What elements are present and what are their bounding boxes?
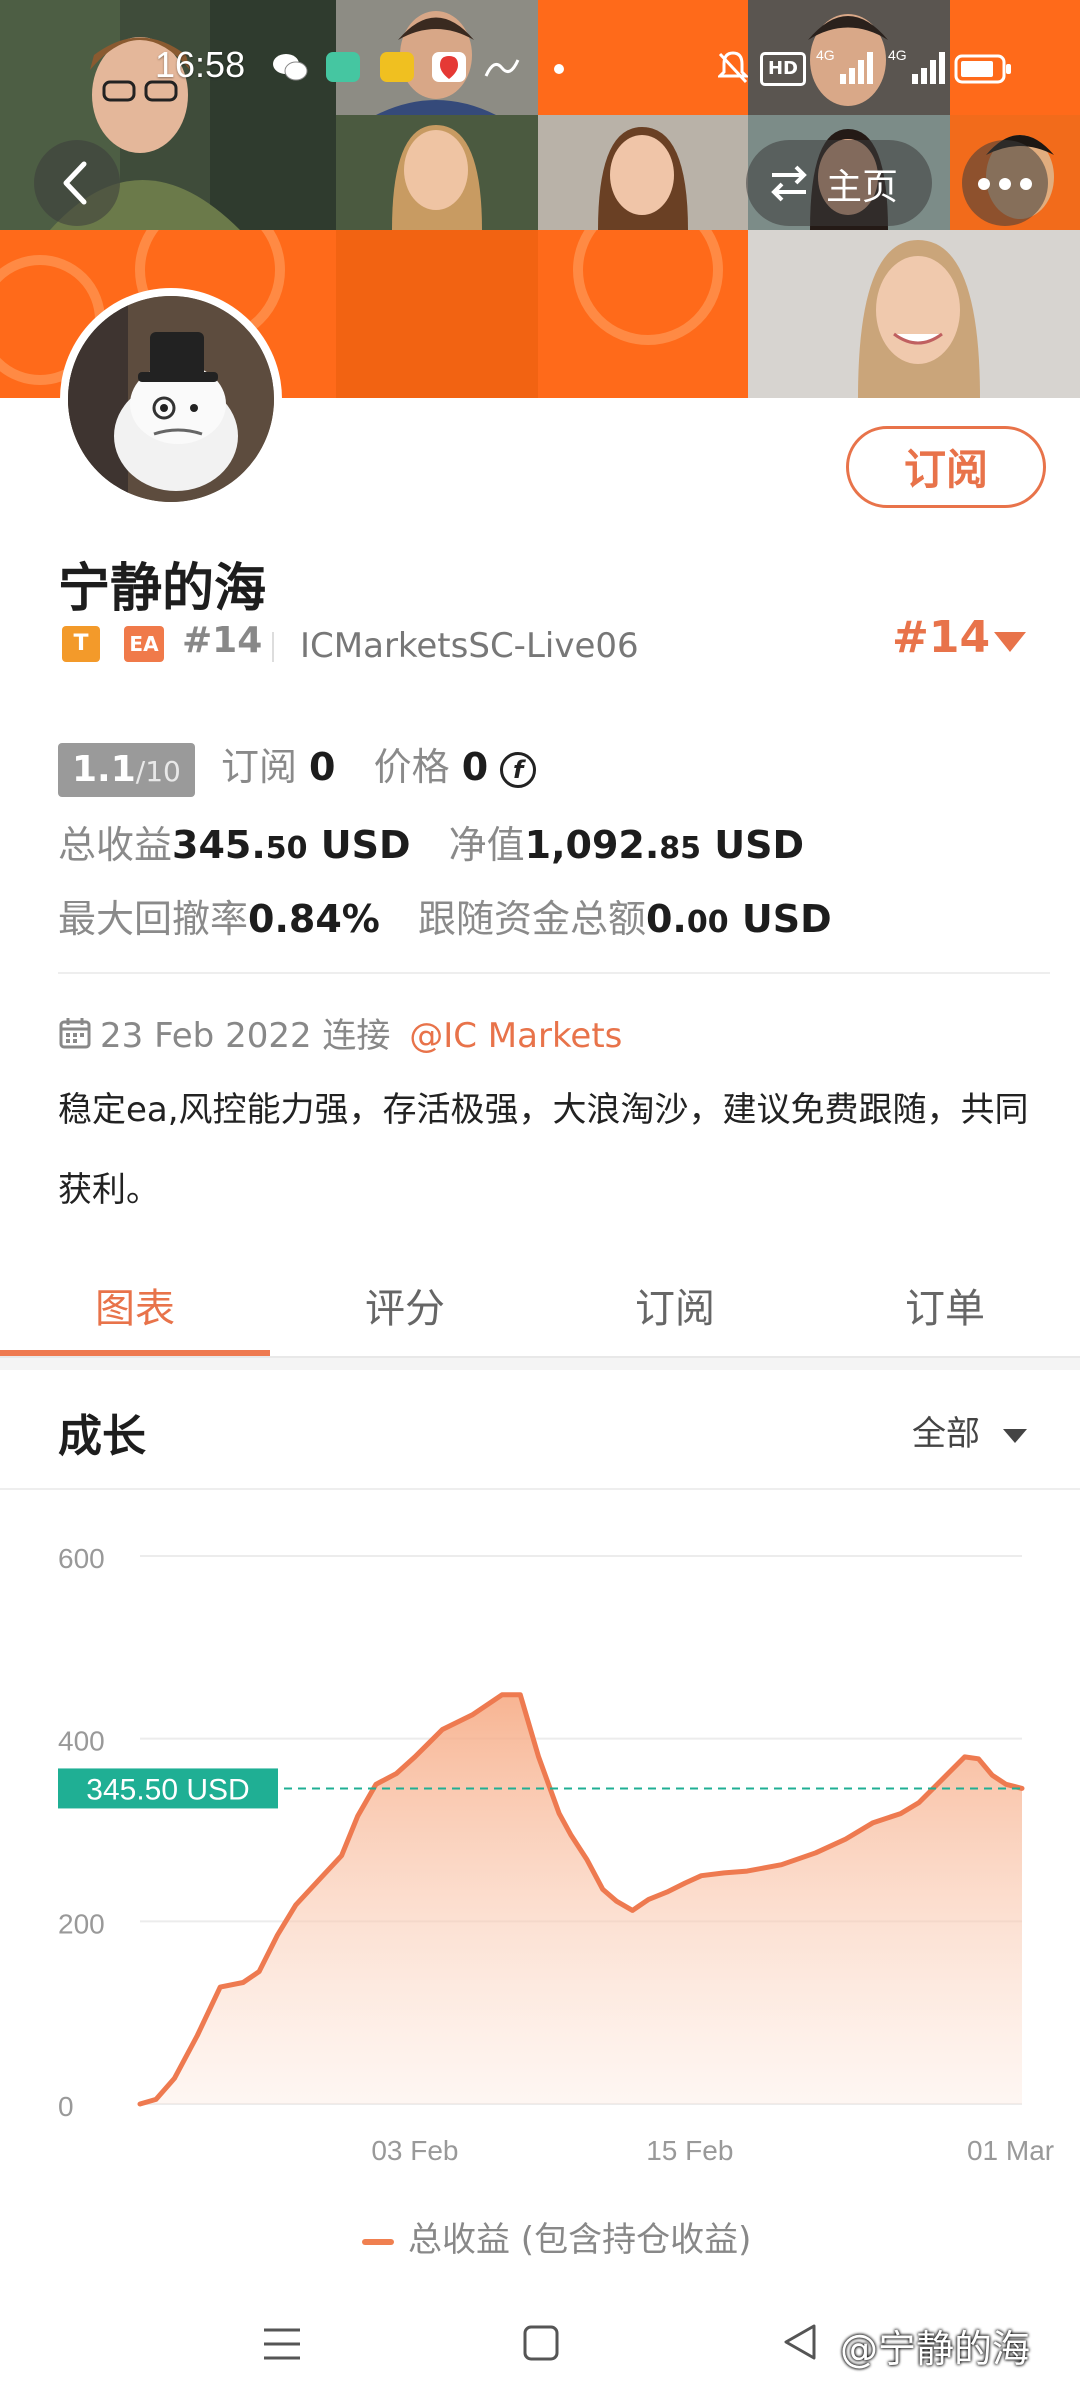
tab-rating[interactable]: 评分	[270, 1276, 540, 1334]
status-time: 16:58	[155, 44, 246, 85]
max-drawdown-value: 0.84%	[248, 897, 380, 941]
price-label: 价格	[373, 745, 450, 789]
tab-orders[interactable]: 订单	[810, 1276, 1080, 1334]
ea-badge: EA	[124, 626, 164, 662]
status-bar: 16:58 HD 4G 4G	[0, 30, 1080, 110]
cover-tile	[538, 230, 748, 398]
y-tick-label: 600	[58, 1543, 105, 1574]
map-pin-icon	[432, 52, 466, 82]
menu-lines-icon[interactable]	[262, 2324, 302, 2368]
max-drawdown-label: 最大回撤率	[58, 897, 249, 941]
chevron-down-icon	[1002, 1428, 1027, 1443]
battery-icon	[954, 54, 1014, 88]
connection-info: 23 Feb 2022 连接 @IC Markets	[58, 1008, 622, 1059]
divider	[0, 1488, 1080, 1490]
equity-value: 1,092.85 USD	[524, 823, 805, 867]
stats-row-rating: 1.1/10 订阅 0 价格 0 f	[58, 736, 537, 797]
growth-chart[interactable]: 345.50 USD 0 200 400 600 03 Feb 15 Feb 01 Mar	[0, 1500, 1080, 2200]
tab-subscribe[interactable]: 订阅	[540, 1276, 810, 1334]
notification-dot-icon	[554, 64, 564, 74]
current-value-label: 345.50 USD	[86, 1773, 249, 1806]
subs-label: 订阅	[220, 745, 297, 789]
more-button[interactable]	[962, 140, 1048, 226]
legend-label: 总收益 (包含持仓收益)	[408, 2220, 752, 2260]
total-profit-label: 总收益	[58, 823, 173, 867]
equity-label: 净值	[448, 823, 525, 867]
trader-name: 宁静的海	[58, 559, 267, 619]
svg-text:4G: 4G	[888, 47, 907, 63]
wechat-icon	[272, 52, 308, 82]
total-profit-value: 345.50 USD	[172, 823, 411, 867]
chevron-down-icon	[994, 632, 1026, 652]
watermark-text: @宁静的海	[840, 2327, 1031, 2371]
mute-bell-icon	[716, 50, 750, 88]
strategy-description: 稳定ea,风控能力强，存活极强，大浪淘沙，建议免费跟随，共同获利。	[58, 1090, 1029, 1210]
x-tick-label: 03 Feb	[371, 2135, 458, 2166]
trader-type-badge: T	[62, 626, 100, 662]
cover-photo	[748, 230, 1080, 398]
svg-text:4G: 4G	[816, 47, 835, 63]
divider	[58, 972, 1050, 974]
stats-row-drawdown: 最大回撤率0.84% 跟随资金总额0.00 USD	[58, 888, 832, 943]
follow-funds-label: 跟随资金总额	[417, 897, 646, 941]
broker-link[interactable]: @IC Markets	[409, 1016, 622, 1056]
more-dots-icon	[976, 176, 1034, 195]
chart-legend: 总收益 (包含持仓收益)	[362, 2212, 751, 2261]
server-name: ICMarketsSC-Live06	[300, 626, 639, 666]
currency-f-icon: f	[500, 751, 537, 788]
since-date: 23 Feb 2022	[100, 1016, 312, 1056]
subscribe-button[interactable]: 订阅	[846, 426, 1046, 508]
cover-tile	[336, 230, 538, 398]
section-title: 成长	[58, 1411, 146, 1462]
rating-badge: 1.1/10	[58, 742, 195, 797]
x-tick-label: 01 Mar	[967, 2135, 1054, 2166]
app-notification-icon	[326, 52, 360, 82]
rank-value: #14	[892, 612, 991, 663]
tab-chart[interactable]: 图表	[0, 1276, 270, 1334]
y-tick-label: 400	[58, 1726, 105, 1757]
price-value: 0	[461, 745, 489, 789]
y-tick-label: 200	[58, 1908, 105, 1939]
chevron-left-icon	[56, 158, 96, 212]
y-tick-label: 0	[58, 2091, 74, 2122]
back-button[interactable]	[34, 140, 120, 226]
x-tick-label: 15 Feb	[646, 2135, 733, 2166]
swap-arrows-icon	[768, 162, 810, 208]
home-switch-button[interactable]: 主页	[746, 140, 932, 226]
rank-label: #14	[182, 620, 263, 661]
connect-label: 连接	[322, 1016, 391, 1056]
calendar-icon	[58, 1016, 92, 1059]
follow-funds-value: 0.00 USD	[645, 897, 832, 941]
back-triangle-icon[interactable]	[780, 2322, 820, 2366]
section-gap	[0, 1358, 1080, 1370]
stats-row-profit: 总收益345.50 USD 净值1,092.85 USD	[58, 814, 804, 869]
divider	[272, 632, 274, 662]
cover-photo	[336, 115, 538, 230]
home-square-icon[interactable]	[522, 2324, 560, 2366]
mail-icon	[380, 52, 414, 82]
study-app-icon	[484, 56, 520, 80]
avatar[interactable]	[60, 288, 282, 510]
range-filter-dropdown[interactable]: 全部	[912, 1406, 1027, 1455]
hd-voice-icon: HD	[760, 52, 806, 86]
signal-4g-icon: 4G	[888, 46, 948, 90]
series-area	[140, 1694, 1022, 2104]
home-switch-label: 主页	[826, 167, 899, 208]
signal-4g-icon: 4G	[816, 46, 876, 90]
range-filter-label: 全部	[912, 1414, 980, 1454]
cover-photo	[538, 115, 748, 230]
subs-value: 0	[309, 745, 336, 789]
legend-swatch	[362, 2238, 394, 2245]
